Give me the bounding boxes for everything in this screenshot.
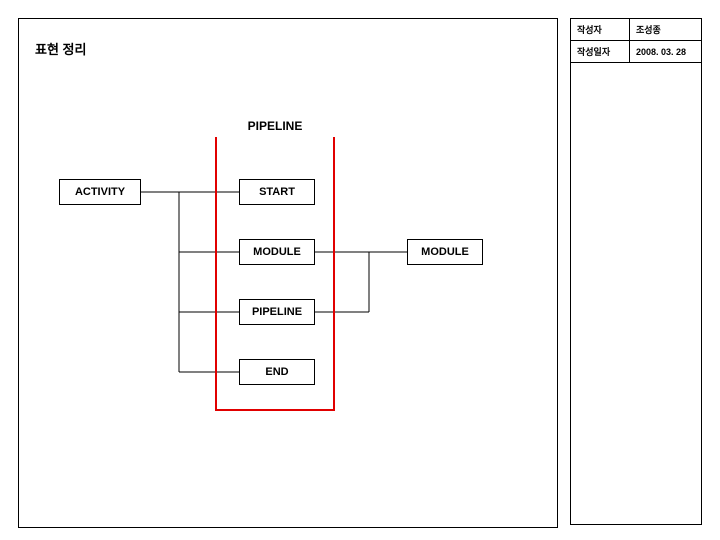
- side-panel: 작성자 조성종 작성일자 2008. 03. 28: [570, 18, 702, 528]
- main-panel: 표현 정리 PIPELINE ACTIVITY START MODULE PIP…: [18, 18, 558, 528]
- node-module-1: MODULE: [239, 239, 315, 265]
- info-author-label: 작성자: [571, 19, 630, 41]
- node-pipeline-inner: PIPELINE: [239, 299, 315, 325]
- side-panel-body: [570, 63, 702, 525]
- node-activity: ACTIVITY: [59, 179, 141, 205]
- info-table: 작성자 조성종 작성일자 2008. 03. 28: [570, 18, 702, 63]
- node-start: START: [239, 179, 315, 205]
- info-row-date: 작성일자 2008. 03. 28: [571, 41, 702, 63]
- node-module-2: MODULE: [407, 239, 483, 265]
- info-row-author: 작성자 조성종: [571, 19, 702, 41]
- page-title: 표현 정리: [35, 39, 86, 58]
- info-author-value: 조성종: [629, 19, 701, 41]
- info-date-value: 2008. 03. 28: [629, 41, 701, 63]
- node-end: END: [239, 359, 315, 385]
- pipeline-container-label: PIPELINE: [215, 115, 335, 137]
- info-date-label: 작성일자: [571, 41, 630, 63]
